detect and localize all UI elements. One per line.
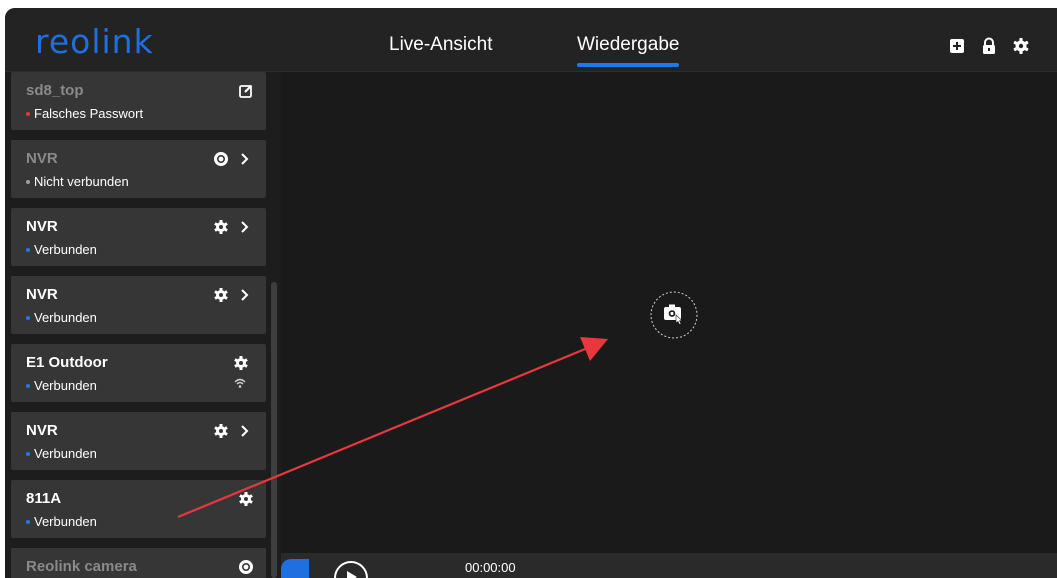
playback-controls-bar: 00:00:00	[281, 553, 1057, 578]
status-dot	[26, 451, 30, 456]
device-card-nvr[interactable]: NVR Verbunden	[11, 208, 266, 266]
device-name: NVR	[26, 218, 58, 235]
device-card-sd8-top[interactable]: sd8_top Falsches Passwort	[11, 72, 266, 130]
timeline-marker[interactable]	[281, 559, 309, 578]
add-device-icon[interactable]	[948, 37, 966, 55]
device-name: 811A	[26, 490, 62, 507]
status-dot	[26, 383, 30, 388]
chevron-right-icon[interactable]	[239, 220, 251, 234]
device-status: Verbunden	[34, 446, 97, 461]
gear-icon[interactable]	[238, 491, 254, 507]
edit-icon[interactable]	[238, 83, 254, 99]
app-window: reolink Live-Ansicht Wiedergabe sd8_top …	[5, 8, 1057, 578]
device-card-nvr[interactable]: NVR Verbunden	[11, 276, 266, 334]
playback-view	[281, 72, 1057, 553]
device-name: sd8_top	[26, 82, 84, 99]
device-name: NVR	[26, 286, 58, 303]
tab-live-view[interactable]: Live-Ansicht	[389, 34, 493, 56]
device-status: Verbunden	[34, 378, 97, 393]
device-status: Verbunden	[34, 514, 97, 529]
device-name: E1 Outdoor	[26, 354, 108, 371]
device-status: Verbunden	[34, 242, 97, 257]
device-card-reolink-camera[interactable]: Reolink camera	[11, 548, 266, 578]
status-dot	[26, 111, 30, 116]
gear-icon[interactable]	[213, 219, 229, 235]
device-name: NVR	[26, 422, 58, 439]
device-list-sidebar: sd8_top Falsches Passwort NVR Nicht verb…	[5, 72, 281, 578]
offline-icon[interactable]	[238, 559, 254, 575]
snapshot-camera-button[interactable]	[649, 290, 699, 340]
lock-icon[interactable]	[980, 37, 998, 55]
gear-icon[interactable]	[213, 287, 229, 303]
device-card-e1-outdoor[interactable]: E1 Outdoor Verbunden	[11, 344, 266, 402]
status-dot	[26, 519, 30, 524]
offline-icon[interactable]	[213, 151, 229, 167]
device-status: Nicht verbunden	[34, 174, 129, 189]
device-card-nvr[interactable]: NVR Verbunden	[11, 412, 266, 470]
device-name: Reolink camera	[26, 558, 137, 575]
wifi-icon	[234, 378, 246, 388]
gear-icon[interactable]	[233, 355, 249, 371]
gear-icon[interactable]	[213, 423, 229, 439]
device-card-nvr-offline[interactable]: NVR Nicht verbunden	[11, 140, 266, 198]
reolink-logo: reolink	[35, 22, 154, 61]
device-status: Falsches Passwort	[34, 106, 144, 121]
play-button[interactable]	[331, 558, 371, 578]
device-name: NVR	[26, 150, 58, 167]
playback-time: 00:00:00	[465, 560, 516, 575]
device-status: Verbunden	[34, 310, 97, 325]
sidebar-scrollbar-thumb[interactable]	[271, 282, 277, 578]
chevron-right-icon[interactable]	[239, 152, 251, 166]
device-card-811a[interactable]: 811A Verbunden	[11, 480, 266, 538]
top-header: reolink Live-Ansicht Wiedergabe	[5, 8, 1057, 72]
chevron-right-icon[interactable]	[239, 424, 251, 438]
status-dot	[26, 179, 30, 184]
status-dot	[26, 247, 30, 252]
settings-gear-icon[interactable]	[1012, 37, 1030, 55]
chevron-right-icon[interactable]	[239, 288, 251, 302]
tab-playback[interactable]: Wiedergabe	[577, 34, 680, 67]
status-dot	[26, 315, 30, 320]
